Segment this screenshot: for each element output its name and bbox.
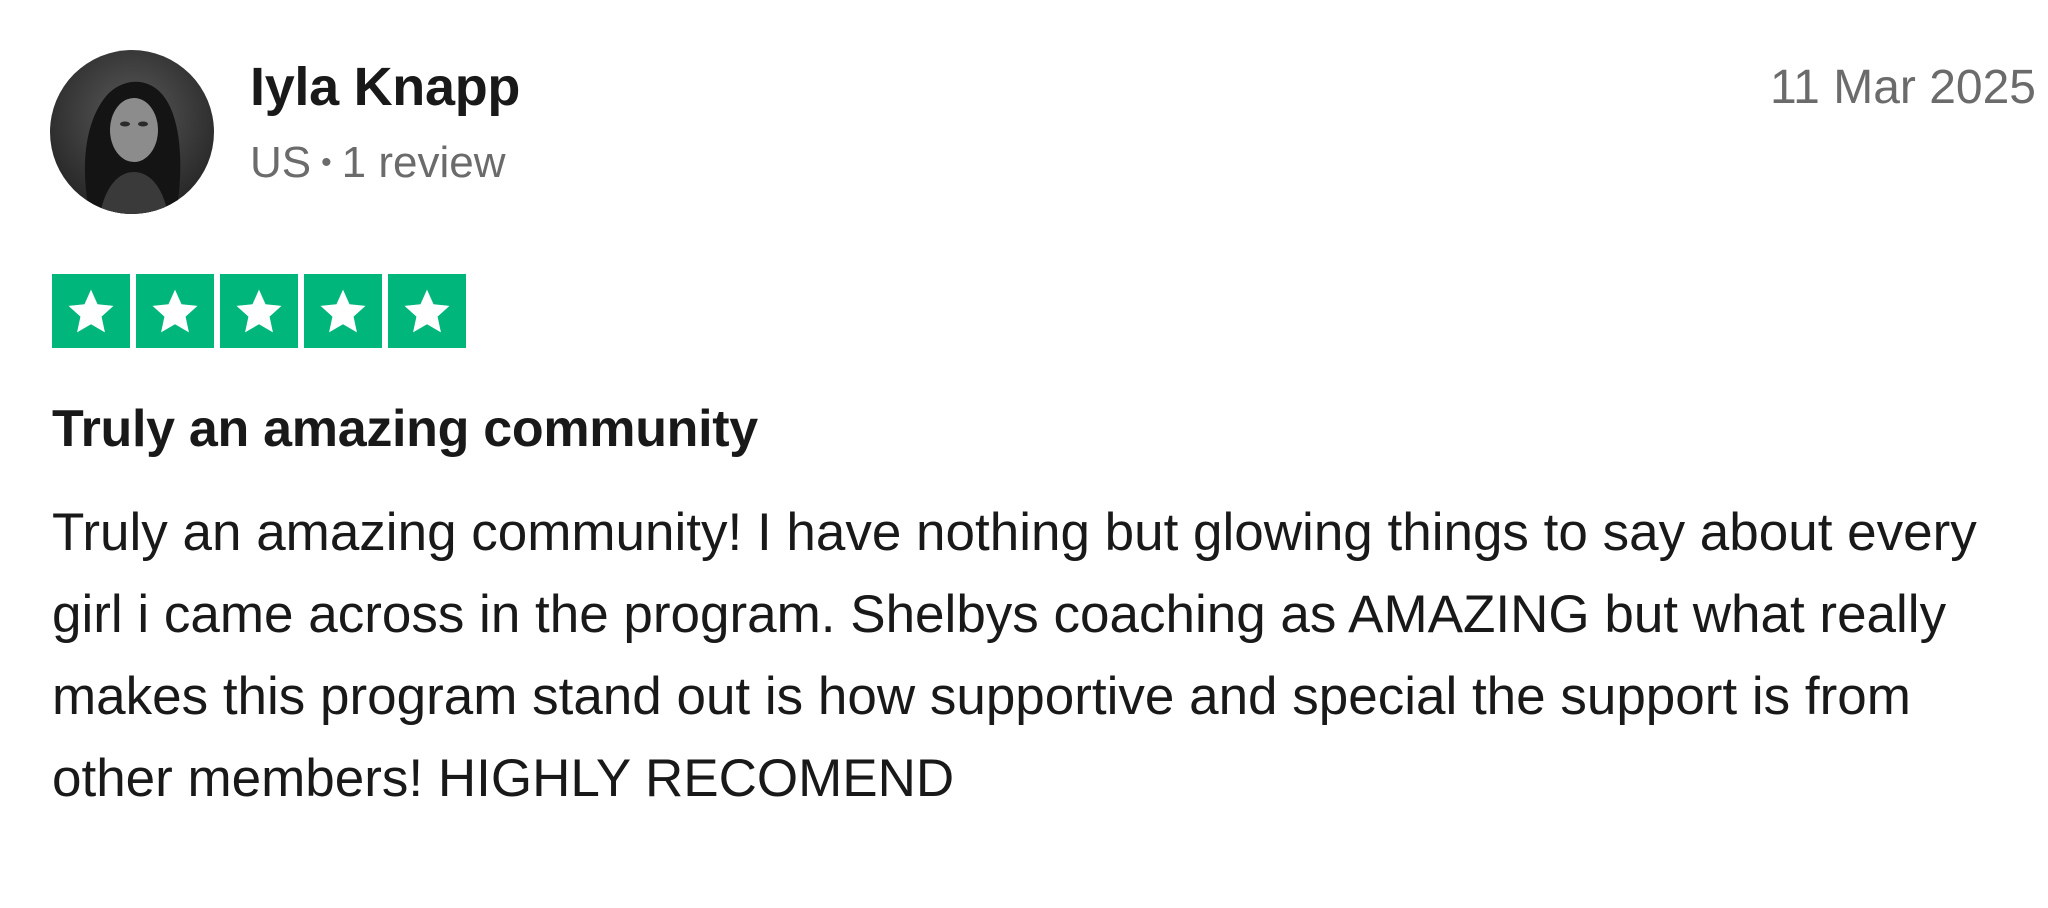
reviewer-review-count: 1 review (341, 138, 506, 187)
review-title[interactable]: Truly an amazing community (52, 398, 758, 460)
star-icon (320, 289, 366, 333)
review-body: Truly an amazing community! I have nothi… (52, 503, 1977, 808)
review-date: 11 Mar 2025 (1770, 61, 2036, 114)
star-box (304, 274, 382, 348)
star-box (52, 274, 130, 348)
star-icon (236, 289, 282, 333)
reviewer-country: US (250, 138, 312, 187)
star-rating (52, 274, 466, 348)
star-box (220, 274, 298, 348)
star-box (388, 274, 466, 348)
reviewer-name[interactable]: Iyla Knapp (250, 55, 520, 119)
star-icon (404, 289, 450, 333)
star-icon (152, 289, 198, 333)
avatar-photo-icon (50, 50, 214, 214)
star-box (136, 274, 214, 348)
reviewer-meta: US • 1 review (250, 137, 520, 189)
avatar[interactable] (50, 50, 214, 214)
reviewer-info: Iyla Knapp US • 1 review (250, 55, 520, 189)
reviewer-header: Iyla Knapp US • 1 review (50, 50, 520, 214)
review-card: Iyla Knapp US • 1 review 11 Mar 2025 Tru… (0, 0, 2048, 908)
meta-separator: • (321, 146, 332, 179)
star-icon (68, 289, 114, 333)
